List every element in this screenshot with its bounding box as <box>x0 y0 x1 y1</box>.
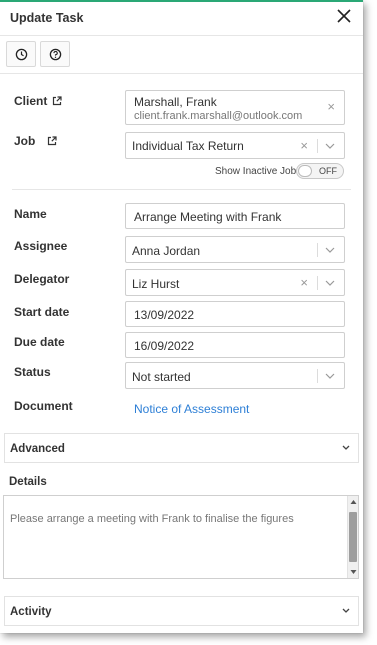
clear-delegator-icon[interactable]: × <box>300 275 308 290</box>
delegator-select[interactable]: Liz Hurst × <box>125 269 345 296</box>
status-label: Status <box>14 365 51 379</box>
update-task-panel: Update Task Client Marshall, Frank clien… <box>0 0 363 633</box>
show-inactive-jobs-toggle[interactable]: OFF <box>296 163 344 179</box>
name-input[interactable]: Arrange Meeting with Frank <box>125 203 345 229</box>
toggle-state: OFF <box>319 166 337 176</box>
status-select[interactable]: Not started <box>125 362 345 389</box>
show-inactive-jobs-label: Show Inactive Jobs <box>215 166 302 177</box>
assignee-value: Anna Jordan <box>132 244 201 258</box>
advanced-section-header[interactable]: Advanced <box>4 433 359 463</box>
panel-header: Update Task <box>0 2 363 36</box>
help-icon <box>49 48 61 60</box>
job-value: Individual Tax Return <box>132 139 244 153</box>
name-value: Arrange Meeting with Frank <box>134 210 282 224</box>
due-date-value: 16/09/2022 <box>134 339 195 353</box>
assignee-label: Assignee <box>14 239 68 253</box>
client-email: client.frank.marshall@outlook.com <box>134 110 303 122</box>
external-link-icon[interactable] <box>52 96 62 106</box>
clear-job-icon[interactable]: × <box>300 138 308 153</box>
job-select[interactable]: Individual Tax Return × <box>125 132 345 159</box>
advanced-title: Advanced <box>10 443 65 455</box>
start-date-label: Start date <box>14 305 70 319</box>
document-link[interactable]: Notice of Assessment <box>134 402 249 416</box>
job-label: Job <box>14 134 57 148</box>
due-date-input[interactable]: 16/09/2022 <box>125 332 345 358</box>
activity-title: Activity <box>10 606 52 618</box>
details-label: Details <box>9 476 47 488</box>
delegator-label: Delegator <box>14 272 70 286</box>
details-text: Please arrange a meeting with Frank to f… <box>10 513 294 525</box>
document-label: Document <box>14 399 73 413</box>
client-name: Marshall, Frank <box>134 95 217 109</box>
scroll-up-icon[interactable] <box>350 499 357 505</box>
start-date-input[interactable]: 13/09/2022 <box>125 301 345 327</box>
name-label: Name <box>14 207 47 221</box>
activity-section-header[interactable]: Activity <box>4 596 359 626</box>
scroll-down-icon[interactable] <box>350 569 357 575</box>
delegator-value: Liz Hurst <box>132 277 180 291</box>
chevron-down-icon[interactable] <box>325 373 335 380</box>
client-label: Client <box>14 94 62 108</box>
start-date-value: 13/09/2022 <box>134 308 195 322</box>
panel-title: Update Task <box>10 11 84 25</box>
scrollbar-thumb[interactable] <box>349 512 357 562</box>
due-date-label: Due date <box>14 335 65 349</box>
details-textarea[interactable]: Please arrange a meeting with Frank to f… <box>3 495 359 579</box>
divider <box>12 189 351 190</box>
close-icon[interactable] <box>335 7 353 25</box>
toolbar <box>0 36 363 74</box>
chevron-down-icon <box>342 445 350 450</box>
chevron-down-icon <box>342 608 350 613</box>
chevron-down-icon[interactable] <box>325 280 335 287</box>
chevron-down-icon[interactable] <box>325 143 335 150</box>
assignee-select[interactable]: Anna Jordan <box>125 236 345 263</box>
history-button[interactable] <box>6 41 36 67</box>
clear-client-icon[interactable]: × <box>327 99 335 114</box>
details-scrollbar[interactable] <box>347 496 358 578</box>
status-value: Not started <box>132 370 191 384</box>
toggle-knob <box>298 165 312 177</box>
help-button[interactable] <box>40 41 70 67</box>
external-link-icon[interactable] <box>47 136 57 146</box>
clock-icon <box>15 48 27 60</box>
chevron-down-icon[interactable] <box>325 247 335 254</box>
client-field[interactable]: Marshall, Frank client.frank.marshall@ou… <box>125 90 345 125</box>
